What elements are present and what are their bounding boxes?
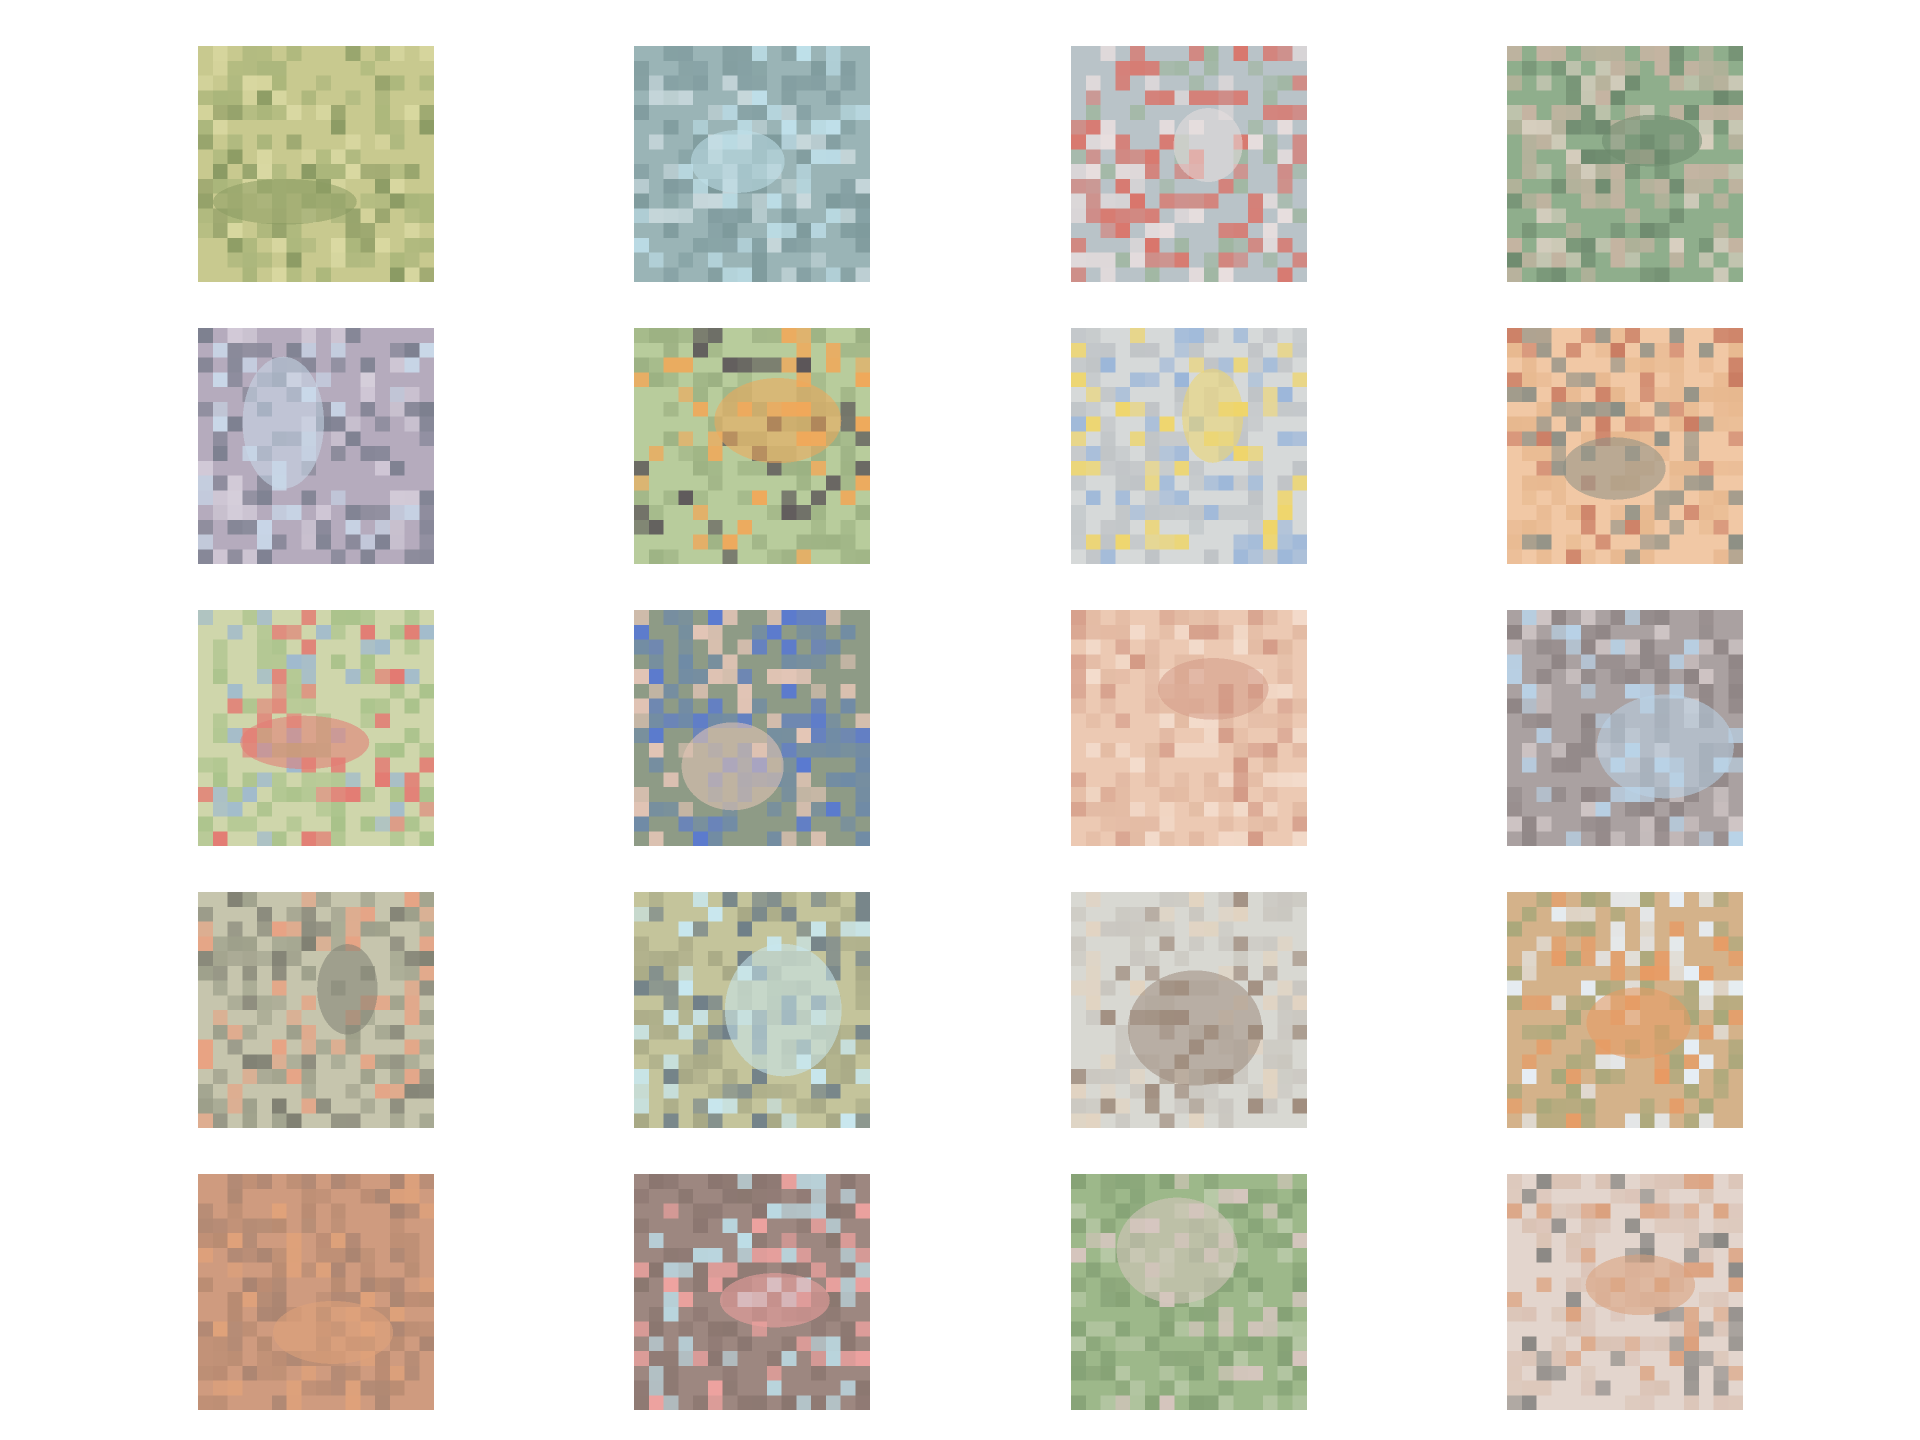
image-tile-r1-c2 bbox=[634, 46, 870, 282]
image-tile-r4-c1 bbox=[198, 892, 434, 1128]
image-tile-r5-c4 bbox=[1507, 1174, 1743, 1410]
pixel-image bbox=[1071, 328, 1307, 564]
image-tile-r2-c2 bbox=[634, 328, 870, 564]
pixel-image bbox=[198, 892, 434, 1128]
pixel-image bbox=[634, 46, 870, 282]
image-tile-r5-c3 bbox=[1071, 1174, 1307, 1410]
pixel-image bbox=[1507, 892, 1743, 1128]
pixel-image bbox=[1507, 610, 1743, 846]
pixel-image bbox=[198, 610, 434, 846]
pixel-image bbox=[1071, 610, 1307, 846]
pixel-image bbox=[634, 892, 870, 1128]
image-tile-r1-c4 bbox=[1507, 46, 1743, 282]
image-tile-r3-c3 bbox=[1071, 610, 1307, 846]
pixel-image bbox=[198, 46, 434, 282]
image-tile-r2-c1 bbox=[198, 328, 434, 564]
pixel-image bbox=[198, 1174, 434, 1410]
image-tile-r5-c1 bbox=[198, 1174, 434, 1410]
pixel-image bbox=[1507, 46, 1743, 282]
image-tile-r2-c3 bbox=[1071, 328, 1307, 564]
image-tile-r1-c3 bbox=[1071, 46, 1307, 282]
image-tile-r2-c4 bbox=[1507, 328, 1743, 564]
image-tile-r3-c1 bbox=[198, 610, 434, 846]
image-tile-r4-c4 bbox=[1507, 892, 1743, 1128]
image-tile-r4-c3 bbox=[1071, 892, 1307, 1128]
pixel-image bbox=[1507, 1174, 1743, 1410]
image-tile-r1-c1 bbox=[198, 46, 434, 282]
pixel-image bbox=[1071, 46, 1307, 282]
image-grid bbox=[0, 0, 1920, 1440]
pixel-image bbox=[634, 328, 870, 564]
pixel-image bbox=[1507, 328, 1743, 564]
image-tile-r5-c2 bbox=[634, 1174, 870, 1410]
pixel-image bbox=[1071, 1174, 1307, 1410]
image-tile-r4-c2 bbox=[634, 892, 870, 1128]
pixel-image bbox=[634, 1174, 870, 1410]
pixel-image bbox=[198, 328, 434, 564]
image-tile-r3-c2 bbox=[634, 610, 870, 846]
pixel-image bbox=[634, 610, 870, 846]
pixel-image bbox=[1071, 892, 1307, 1128]
image-tile-r3-c4 bbox=[1507, 610, 1743, 846]
